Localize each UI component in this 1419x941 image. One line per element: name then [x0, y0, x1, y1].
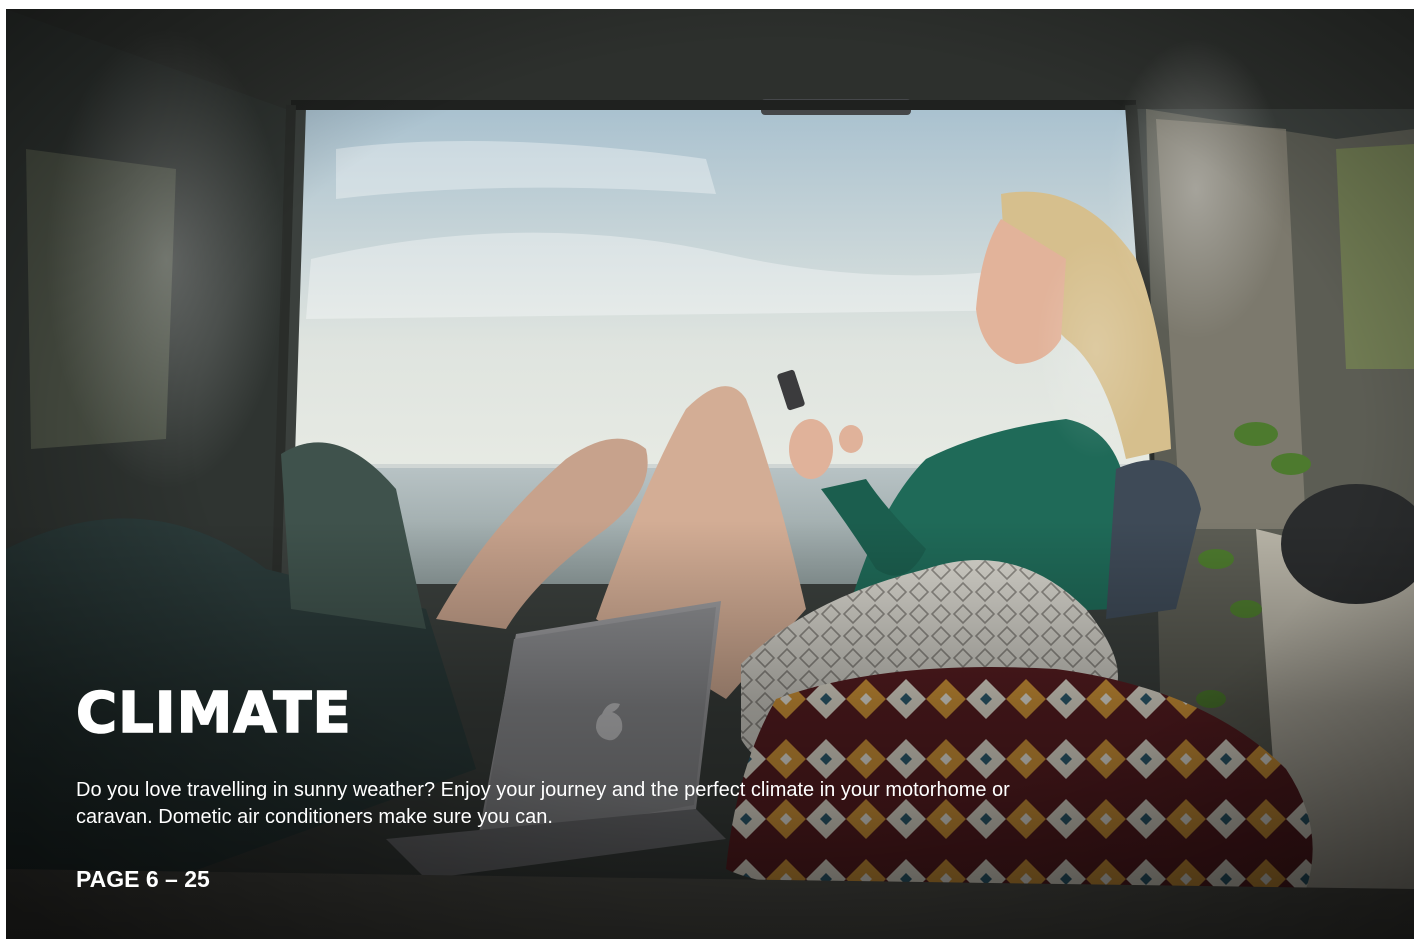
section-title: CLIMATE — [75, 680, 352, 747]
section-description: Do you love travelling in sunny weather?… — [76, 779, 1010, 828]
brochure-page: CLIMATE Do you love travelling in sunny … — [6, 9, 1414, 939]
page-range: PAGE 6 – 25 — [76, 866, 210, 892]
